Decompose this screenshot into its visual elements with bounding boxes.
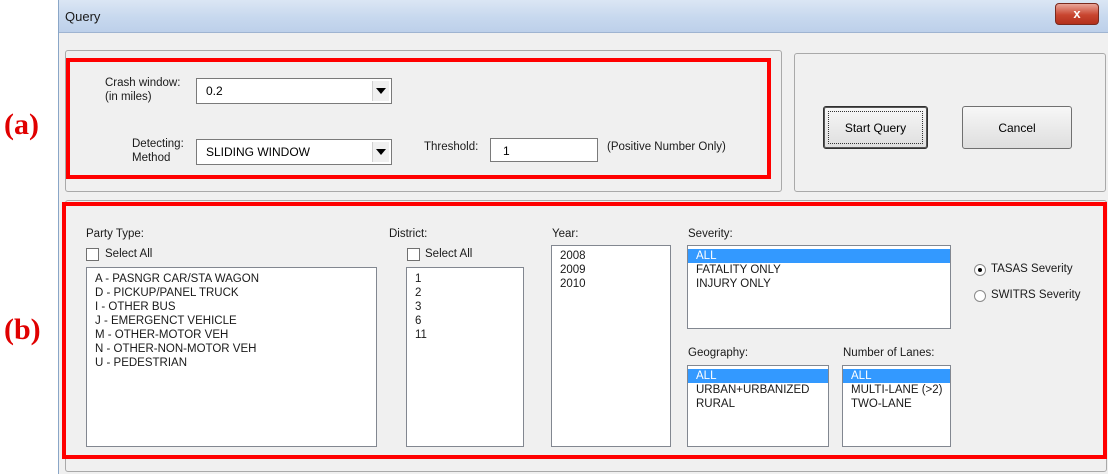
window-title: Query <box>65 9 101 24</box>
start-query-button[interactable]: Start Query <box>823 106 928 149</box>
highlight-box-b <box>62 202 1107 459</box>
close-button[interactable]: x <box>1055 3 1099 25</box>
highlight-box-a <box>66 58 771 179</box>
annotation-a: (a) <box>4 108 39 141</box>
annotation-b: (b) <box>4 313 41 346</box>
cancel-label: Cancel <box>998 120 1036 135</box>
start-query-label: Start Query <box>844 120 907 135</box>
cancel-button[interactable]: Cancel <box>962 106 1072 149</box>
title-bar: Query x <box>59 0 1108 33</box>
close-icon: x <box>1073 6 1081 21</box>
